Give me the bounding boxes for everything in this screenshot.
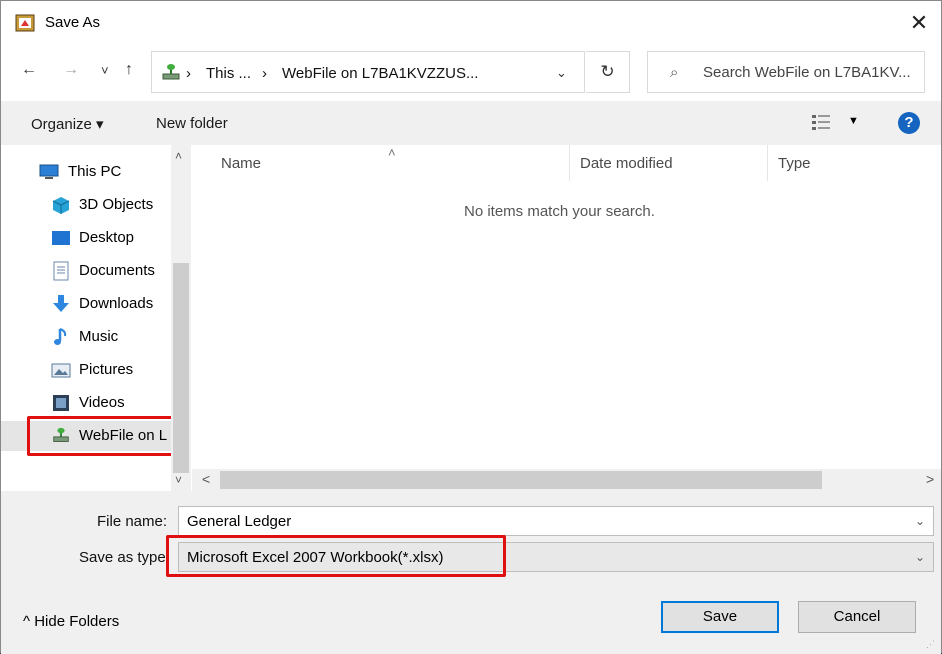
scroll-left-arrow[interactable]: < [202, 471, 210, 487]
help-button[interactable]: ? [898, 112, 920, 134]
resize-grip-icon[interactable]: ⋰ [926, 639, 935, 650]
column-divider[interactable] [767, 145, 768, 181]
address-bar[interactable]: › This ... › WebFile on L7BA1KVZZUS... ⌄ [151, 51, 585, 93]
breadcrumb-this-pc[interactable]: This ... [206, 65, 251, 82]
nav-scroll-up[interactable]: ˄ [175, 149, 182, 163]
file-name-field[interactable]: General Ledger ⌄ [178, 506, 934, 536]
desktop-icon [52, 231, 70, 245]
column-name[interactable]: Name [221, 155, 261, 172]
chevron-down-icon[interactable]: ⌄ [915, 550, 925, 564]
sidebar-item-label: Documents [79, 262, 155, 279]
sidebar-item-label: Videos [79, 394, 125, 411]
save-as-type-label: Save as type: [79, 549, 170, 566]
navigation-pane: This PC 3D Objects Desktop Documents Dow… [1, 145, 191, 491]
sidebar-item-documents[interactable]: Documents [1, 256, 171, 286]
network-drive-icon [162, 64, 180, 80]
dialog-title: Save As [45, 14, 101, 31]
title-bar: Save As ✕ [1, 1, 941, 45]
this-pc-icon [39, 164, 59, 179]
close-button[interactable]: ✕ [901, 7, 937, 41]
sidebar-item-desktop[interactable]: Desktop [1, 223, 171, 253]
sidebar-item-videos[interactable]: Videos [1, 388, 171, 418]
column-type[interactable]: Type [778, 155, 811, 172]
sidebar-item-downloads[interactable]: Downloads [1, 289, 171, 319]
refresh-button[interactable]: ↻ [586, 51, 630, 93]
scroll-right-arrow[interactable]: > [926, 471, 934, 487]
sort-indicator: ˄ [388, 145, 396, 160]
horizontal-scrollbar[interactable]: < > [192, 469, 941, 491]
sidebar-item-this-pc[interactable]: This PC [1, 157, 171, 187]
documents-icon [53, 261, 69, 281]
file-list: ˄ Name Date modified Type No items match… [192, 145, 941, 491]
empty-message: No items match your search. [464, 203, 655, 220]
highlight-box [166, 535, 506, 577]
forward-button[interactable]: → [63, 61, 79, 79]
back-button[interactable]: ← [21, 61, 37, 79]
save-options-area: File name: General Ledger ⌄ Save as type… [1, 491, 941, 654]
cancel-button[interactable]: Cancel [798, 601, 916, 633]
sidebar-item-label: Music [79, 328, 119, 345]
sidebar-item-label: Downloads [79, 295, 154, 312]
breadcrumb-webfile[interactable]: WebFile on L7BA1KVZZUS... [282, 65, 478, 82]
save-button[interactable]: Save [661, 601, 779, 633]
column-divider[interactable] [569, 145, 570, 181]
sidebar-item-3d-objects[interactable]: 3D Objects [1, 190, 171, 220]
3d-objects-icon [52, 197, 70, 214]
nav-scroll-down[interactable]: ˅ [175, 473, 182, 487]
videos-icon [53, 395, 69, 411]
save-as-dialog: Save As ✕ ← → ˅ ↑ › This ... › WebFile o… [0, 0, 942, 654]
column-date-modified[interactable]: Date modified [580, 155, 673, 172]
downloads-icon [53, 295, 69, 312]
file-name-value: General Ledger [187, 513, 292, 530]
sidebar-item-music[interactable]: Music [1, 322, 171, 352]
sidebar-item-label: 3D Objects [79, 196, 154, 213]
navigation-bar: ← → ˅ ↑ › This ... › WebFile on L7BA1KVZ… [1, 45, 941, 101]
hide-folders-button[interactable]: ^ Hide Folders [23, 613, 119, 630]
view-options-icon[interactable] [811, 113, 833, 131]
app-icon [15, 14, 35, 32]
horizontal-scrollbar-thumb[interactable] [220, 471, 822, 489]
pictures-icon [51, 363, 71, 378]
file-name-label: File name: [97, 513, 168, 530]
search-input[interactable]: Search WebFile on L7BA1KV... [703, 64, 911, 81]
highlight-box [27, 416, 179, 456]
address-dropdown[interactable]: ⌄ [556, 65, 567, 81]
new-folder-button[interactable]: New folder [156, 115, 228, 132]
organize-button[interactable]: Organize ▾ [31, 115, 104, 133]
search-box[interactable]: ⌕ Search WebFile on L7BA1KV... [647, 51, 925, 93]
breadcrumb-separator: › [262, 65, 267, 82]
recent-locations-button[interactable]: ˅ [101, 63, 109, 78]
chevron-down-icon[interactable]: ⌄ [915, 514, 925, 528]
sidebar-item-label: Pictures [79, 361, 134, 378]
up-button[interactable]: ↑ [125, 61, 133, 79]
sidebar-item-label: This PC [68, 163, 122, 180]
sidebar-item-label: Desktop [79, 229, 135, 246]
command-toolbar: Organize ▾ New folder ▼ ? [1, 101, 941, 145]
view-dropdown[interactable]: ▼ [848, 115, 859, 127]
search-icon: ⌕ [670, 64, 679, 81]
sidebar-item-pictures[interactable]: Pictures [1, 355, 171, 385]
breadcrumb-separator: › [186, 65, 191, 82]
music-icon [54, 328, 67, 345]
nav-scrollbar-thumb[interactable] [173, 263, 189, 473]
